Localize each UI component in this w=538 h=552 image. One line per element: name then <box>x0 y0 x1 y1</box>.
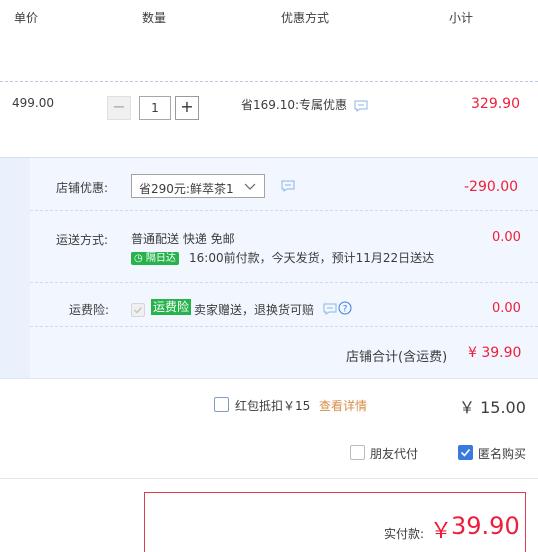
red-packet-checkbox[interactable] <box>214 397 229 412</box>
shop-total-amount: ¥ 39.90 <box>468 345 522 361</box>
col-promo-header: 优惠方式 <box>281 11 330 25</box>
payment-label: 实付款: <box>384 527 425 541</box>
payment-amount: 39.90 <box>451 512 520 540</box>
payment-currency: ￥ <box>430 519 453 544</box>
divider <box>30 210 538 211</box>
insurance-checkbox <box>131 303 145 317</box>
col-qty-header: 数量 <box>142 11 167 25</box>
qty-decrease-button[interactable]: − <box>107 96 131 120</box>
shipping-label: 运送方式: <box>56 233 109 247</box>
shop-discount-amount: -290.00 <box>464 179 519 195</box>
friend-pay-label: 朋友代付 <box>370 447 419 461</box>
friend-pay-checkbox[interactable] <box>350 445 365 460</box>
message-icon[interactable] <box>354 100 368 115</box>
red-packet-amount: ￥ 15.00 <box>459 398 526 417</box>
insurance-amount: 0.00 <box>492 301 521 316</box>
table-header: 单价 数量 优惠方式 小计 <box>0 0 538 31</box>
qty-increase-button[interactable]: + <box>175 96 199 120</box>
shop-discount-selected: 省290元:鲜萃茶1 <box>139 182 234 196</box>
red-packet-details-link[interactable]: 查看详情 <box>319 397 367 414</box>
message-icon[interactable] <box>323 303 337 318</box>
shipping-method: 普通配送 快递 免邮 <box>131 232 235 246</box>
shop-discount-select[interactable]: 省290元:鲜萃茶1 <box>131 174 265 198</box>
shop-discount-label: 店铺优惠: <box>56 181 109 195</box>
checkmark-icon <box>460 448 471 457</box>
col-subtotal-header: 小计 <box>449 11 474 25</box>
insurance-label: 运费险: <box>69 303 110 317</box>
spacer <box>0 30 538 81</box>
red-packet-row: 红包抵扣￥15 查看详情 ￥ 15.00 <box>0 378 538 430</box>
cart-item-row: 499.00 − 1 + 省169.10:专属优惠 329.90 <box>0 81 538 158</box>
unit-price: 499.00 <box>12 96 54 110</box>
anonymous-checkbox[interactable] <box>458 445 473 460</box>
help-icon[interactable]: ? <box>338 301 352 318</box>
divider <box>30 282 538 283</box>
shop-summary-panel: 店铺优惠: 省290元:鲜萃茶1 -290.00 运送方式: 普通配送 快递 免… <box>0 157 538 379</box>
payment-total-box: 实付款: ￥ 39.90 <box>144 492 526 552</box>
next-day-badge-label: 隔日达 <box>145 253 176 264</box>
anonymous-label: 匿名购买 <box>478 447 527 461</box>
insurance-text: 卖家赠送，退换货可赔 <box>194 303 315 317</box>
item-subtotal: 329.90 <box>471 96 520 112</box>
clock-icon: ◷ <box>134 253 143 264</box>
next-day-badge: ◷ 隔日达 <box>131 250 179 265</box>
svg-text:?: ? <box>343 305 348 315</box>
promo-text: 省169.10:专属优惠 <box>241 98 348 112</box>
chevron-down-icon <box>244 183 256 190</box>
shipping-amount: 0.00 <box>492 230 521 245</box>
shipping-note: 16:00前付款，今天发货，预计11月22日送达 <box>189 251 435 265</box>
shop-total-label: 店铺合计(含运费) <box>346 350 448 365</box>
left-strip <box>0 158 30 379</box>
divider <box>30 326 538 327</box>
insurance-badge: 运费险 <box>151 299 192 315</box>
qty-input[interactable]: 1 <box>139 96 171 120</box>
col-price-header: 单价 <box>14 11 39 25</box>
order-options-row: 朋友代付 匿名购买 <box>0 428 538 479</box>
red-packet-label: 红包抵扣￥15 <box>235 399 311 413</box>
message-icon[interactable] <box>281 180 295 195</box>
